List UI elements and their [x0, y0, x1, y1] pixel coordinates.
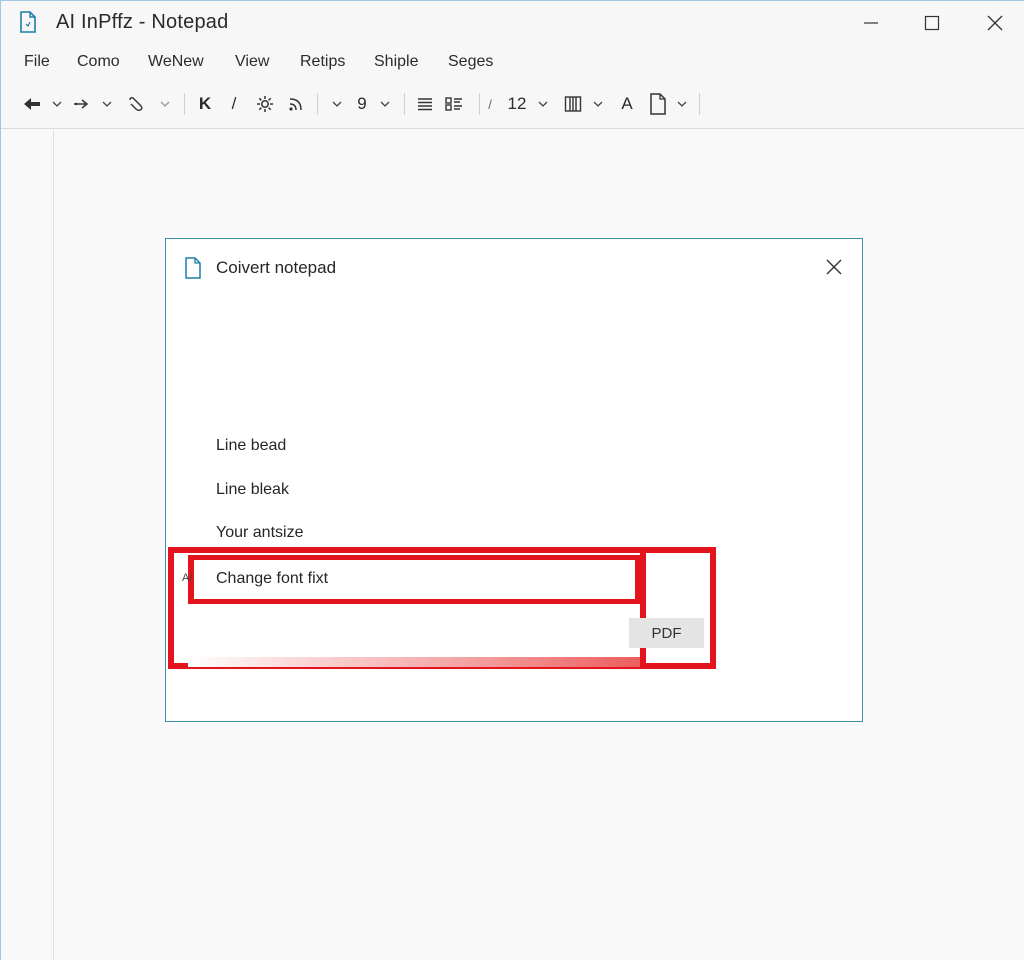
document-icon: [185, 257, 201, 279]
font-size-dropdown-left[interactable]: [331, 95, 343, 113]
menu-view[interactable]: View: [235, 53, 269, 71]
columns-button[interactable]: [562, 93, 584, 115]
undo-dropdown[interactable]: [51, 95, 63, 113]
page-button[interactable]: [647, 93, 669, 115]
minimize-icon: [864, 22, 878, 24]
close-icon: [987, 15, 1003, 31]
redo-button[interactable]: [71, 93, 93, 115]
toolbar-divider: [404, 93, 405, 115]
chevron-down-icon: [538, 101, 548, 107]
font-size-dropdown[interactable]: [379, 95, 391, 113]
convert-dialog: Coivert notepad Line bead Line bleak You…: [165, 238, 863, 722]
option-your-antsize[interactable]: Your antsize: [216, 524, 303, 542]
notepad-document-icon: [20, 11, 36, 33]
gear-icon: [257, 96, 273, 112]
columns-icon: [564, 96, 582, 112]
chevron-down-icon: [677, 101, 687, 107]
arrow-right-icon: [74, 99, 89, 109]
dialog-title: Coivert notepad: [216, 258, 337, 277]
link-dropdown[interactable]: [159, 95, 171, 113]
font-button[interactable]: A: [617, 93, 637, 115]
maximize-icon: [924, 15, 940, 31]
editor-gutter-line: [53, 130, 54, 960]
chevron-down-icon: [593, 101, 603, 107]
option-line-bleak[interactable]: Line bleak: [216, 481, 289, 499]
page-dropdown[interactable]: [676, 95, 688, 113]
rss-icon: [289, 98, 302, 111]
align-button[interactable]: [415, 93, 435, 115]
list-button[interactable]: [444, 93, 464, 115]
option-line-bead[interactable]: Line bead: [216, 437, 286, 455]
chevron-down-icon: [380, 101, 390, 107]
toolbar-divider: [699, 93, 700, 115]
close-window-button[interactable]: [977, 9, 1013, 37]
dialog-close-button[interactable]: [822, 255, 846, 279]
highlight-gradient: [188, 657, 644, 667]
window-title: AI InPffz - Notepad: [56, 11, 229, 33]
menu-file[interactable]: File: [24, 53, 50, 71]
chevron-down-icon: [52, 101, 62, 107]
option-marker: A/: [182, 572, 193, 584]
toolbar-divider: [479, 93, 480, 115]
toolbar: K / 9 / 12 A: [1, 81, 1024, 129]
list-icon: [445, 97, 462, 111]
menu-seges[interactable]: Seges: [448, 53, 493, 71]
paperclip-icon: [129, 97, 143, 112]
pdf-button[interactable]: PDF: [629, 618, 704, 648]
chevron-down-icon: [160, 101, 170, 107]
arrow-left-icon: [24, 98, 40, 110]
document-icon: [650, 93, 666, 115]
menu-retips[interactable]: Retips: [300, 53, 345, 71]
bold-button[interactable]: K: [196, 93, 214, 115]
toolbar-divider: [184, 93, 185, 115]
option-change-font[interactable]: Change font fixt: [216, 570, 328, 588]
zoom-dropdown[interactable]: [537, 95, 549, 113]
zoom-marker: /: [488, 96, 492, 112]
menu-como[interactable]: Como: [77, 53, 120, 71]
menu-wenew[interactable]: WeNew: [148, 53, 204, 71]
notepad-window: AI InPffz - Notepad File Como WeNew View…: [0, 0, 1024, 960]
toolbar-divider: [317, 93, 318, 115]
minimize-button[interactable]: [853, 9, 889, 37]
settings-button[interactable]: [254, 93, 276, 115]
close-icon: [826, 259, 842, 275]
highlight-right-box: [640, 547, 716, 669]
title-bar: AI InPffz - Notepad: [1, 1, 1024, 45]
font-size-value[interactable]: 9: [353, 93, 371, 115]
redo-dropdown[interactable]: [101, 95, 113, 113]
zoom-value[interactable]: 12: [504, 93, 530, 115]
chevron-down-icon: [332, 101, 342, 107]
align-lines-icon: [418, 98, 432, 111]
undo-button[interactable]: [21, 93, 43, 115]
menu-bar: File Como WeNew View Retips Shiple Seges: [1, 45, 1024, 81]
menu-shiple[interactable]: Shiple: [374, 53, 418, 71]
feed-button[interactable]: [286, 93, 306, 115]
link-button[interactable]: [125, 93, 147, 115]
columns-dropdown[interactable]: [592, 95, 604, 113]
italic-button[interactable]: /: [225, 93, 243, 115]
chevron-down-icon: [102, 101, 112, 107]
maximize-button[interactable]: [914, 9, 950, 37]
